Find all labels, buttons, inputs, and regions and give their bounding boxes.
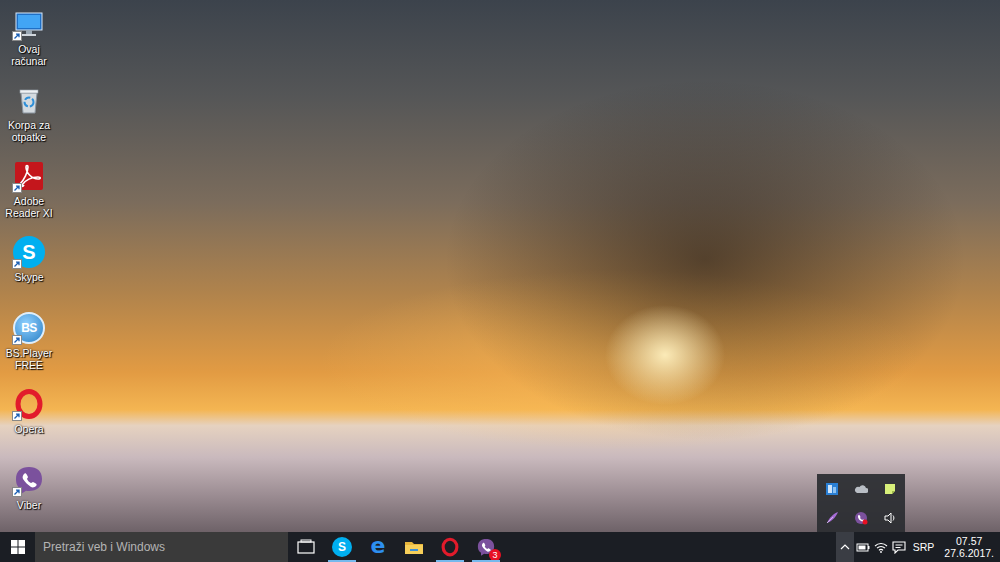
logo-text: e (371, 535, 386, 557)
opera-icon (440, 537, 460, 557)
desktop-icon[interactable]: Ovaj računar (0, 6, 58, 82)
desktop-icon-label[interactable]: Ovaj računar (1, 43, 57, 67)
adobe-reader-icon[interactable] (13, 160, 45, 192)
computer-icon[interactable] (13, 8, 45, 40)
opera-icon[interactable] (440, 537, 460, 557)
desktop-icon[interactable]: Opera (0, 386, 58, 462)
logo-text: BS (21, 321, 37, 335)
logo-text: S (22, 241, 35, 264)
shortcut-arrow-icon (12, 335, 22, 345)
viber-icon[interactable] (13, 464, 45, 496)
desktop-icon[interactable]: Adobe Reader XI (0, 158, 58, 234)
language-indicator[interactable]: SRP (908, 532, 941, 562)
search-box[interactable] (35, 532, 288, 562)
opera-icon[interactable] (13, 388, 45, 420)
system-tray: SRP07.5727.6.2017. (836, 532, 1000, 562)
running-indicator (472, 560, 500, 562)
desktop-icon-label[interactable]: BS.Player FREE (1, 347, 57, 371)
shortcut-arrow-icon (12, 487, 22, 497)
desktop-icon-label[interactable]: Viber (17, 499, 41, 511)
logo-text: S (338, 540, 346, 554)
hidden-icons-flyout (817, 474, 905, 532)
desktop-icon[interactable]: Korpa za otpatke (0, 82, 58, 158)
windows-logo-icon[interactable] (11, 540, 25, 554)
start-button[interactable] (0, 532, 35, 562)
tray-icon[interactable] (872, 532, 890, 562)
sticky-notes-icon[interactable] (883, 482, 897, 496)
task-view-icon (296, 537, 316, 557)
skype-icon[interactable]: S (13, 236, 45, 268)
search-input[interactable] (43, 540, 280, 554)
notifications-icon[interactable] (892, 540, 906, 554)
intel-graphics-icon[interactable] (825, 482, 839, 496)
recycle-bin-icon[interactable] (13, 84, 45, 116)
clock-time: 07.57 (956, 535, 982, 547)
shortcut-arrow-icon (12, 183, 22, 193)
desktop-icon-label[interactable]: Korpa za otpatke (1, 119, 57, 143)
wifi-icon[interactable] (874, 540, 888, 554)
onedrive-icon[interactable] (854, 482, 868, 496)
tray-icon[interactable] (875, 474, 904, 503)
shortcut-arrow-icon (12, 411, 22, 421)
taskbar-apps: Se 3 (288, 532, 504, 562)
tray-icon[interactable] (846, 503, 875, 532)
desktop-icon[interactable]: BS BS.Player FREE (0, 310, 58, 386)
desktop-icons: Ovaj računar Korpa za otpatke Adobe Reader… (0, 0, 70, 532)
recycle-bin-icon (13, 84, 45, 116)
pen-icon[interactable] (825, 511, 839, 525)
desktop-icon-label[interactable]: Adobe Reader XI (1, 195, 57, 219)
desktop-icon-label[interactable]: Opera (14, 423, 43, 435)
battery-icon[interactable] (856, 540, 870, 554)
tray-icon[interactable] (846, 474, 875, 503)
folder-icon[interactable] (404, 537, 424, 557)
edge-icon[interactable]: e (368, 537, 388, 557)
tray-icon[interactable] (875, 503, 904, 532)
tray-icon[interactable] (854, 532, 872, 562)
chevron-up-icon[interactable] (838, 540, 852, 554)
wallpaper: Ovaj računar Korpa za otpatke Adobe Reader… (0, 0, 1000, 532)
viber-icon[interactable]: 3 (476, 537, 496, 557)
folder-icon (404, 537, 424, 557)
desktop-icon-label[interactable]: Skype (14, 271, 43, 283)
shortcut-arrow-icon (12, 31, 22, 41)
shortcut-arrow-icon (12, 259, 22, 269)
taskbar-button[interactable]: 3 (468, 532, 504, 562)
desktop-icon[interactable]: Viber (0, 462, 58, 532)
task-view-icon[interactable] (296, 537, 316, 557)
volume-icon[interactable] (883, 511, 897, 525)
taskbar-button[interactable] (396, 532, 432, 562)
taskbar-button[interactable] (288, 532, 324, 562)
bsplayer-icon[interactable]: BS (13, 312, 45, 344)
running-indicator (436, 560, 464, 562)
tray-icon[interactable] (890, 532, 908, 562)
tray-icon[interactable] (817, 474, 846, 503)
taskbar-button[interactable] (432, 532, 468, 562)
taskbar-button[interactable]: e (360, 532, 396, 562)
tray-icon[interactable] (817, 503, 846, 532)
clock[interactable]: 07.5727.6.2017. (940, 532, 1000, 562)
taskbar-button[interactable]: S (324, 532, 360, 562)
viber-icon[interactable] (854, 511, 868, 525)
running-indicator (328, 560, 356, 562)
clock-date: 27.6.2017. (944, 547, 994, 559)
show-hidden-icons-button[interactable] (836, 532, 854, 562)
skype-icon[interactable]: S (332, 537, 352, 557)
taskbar: Se3SRP07.5727.6.2017. (0, 532, 1000, 562)
desktop-icon[interactable]: S Skype (0, 234, 58, 310)
